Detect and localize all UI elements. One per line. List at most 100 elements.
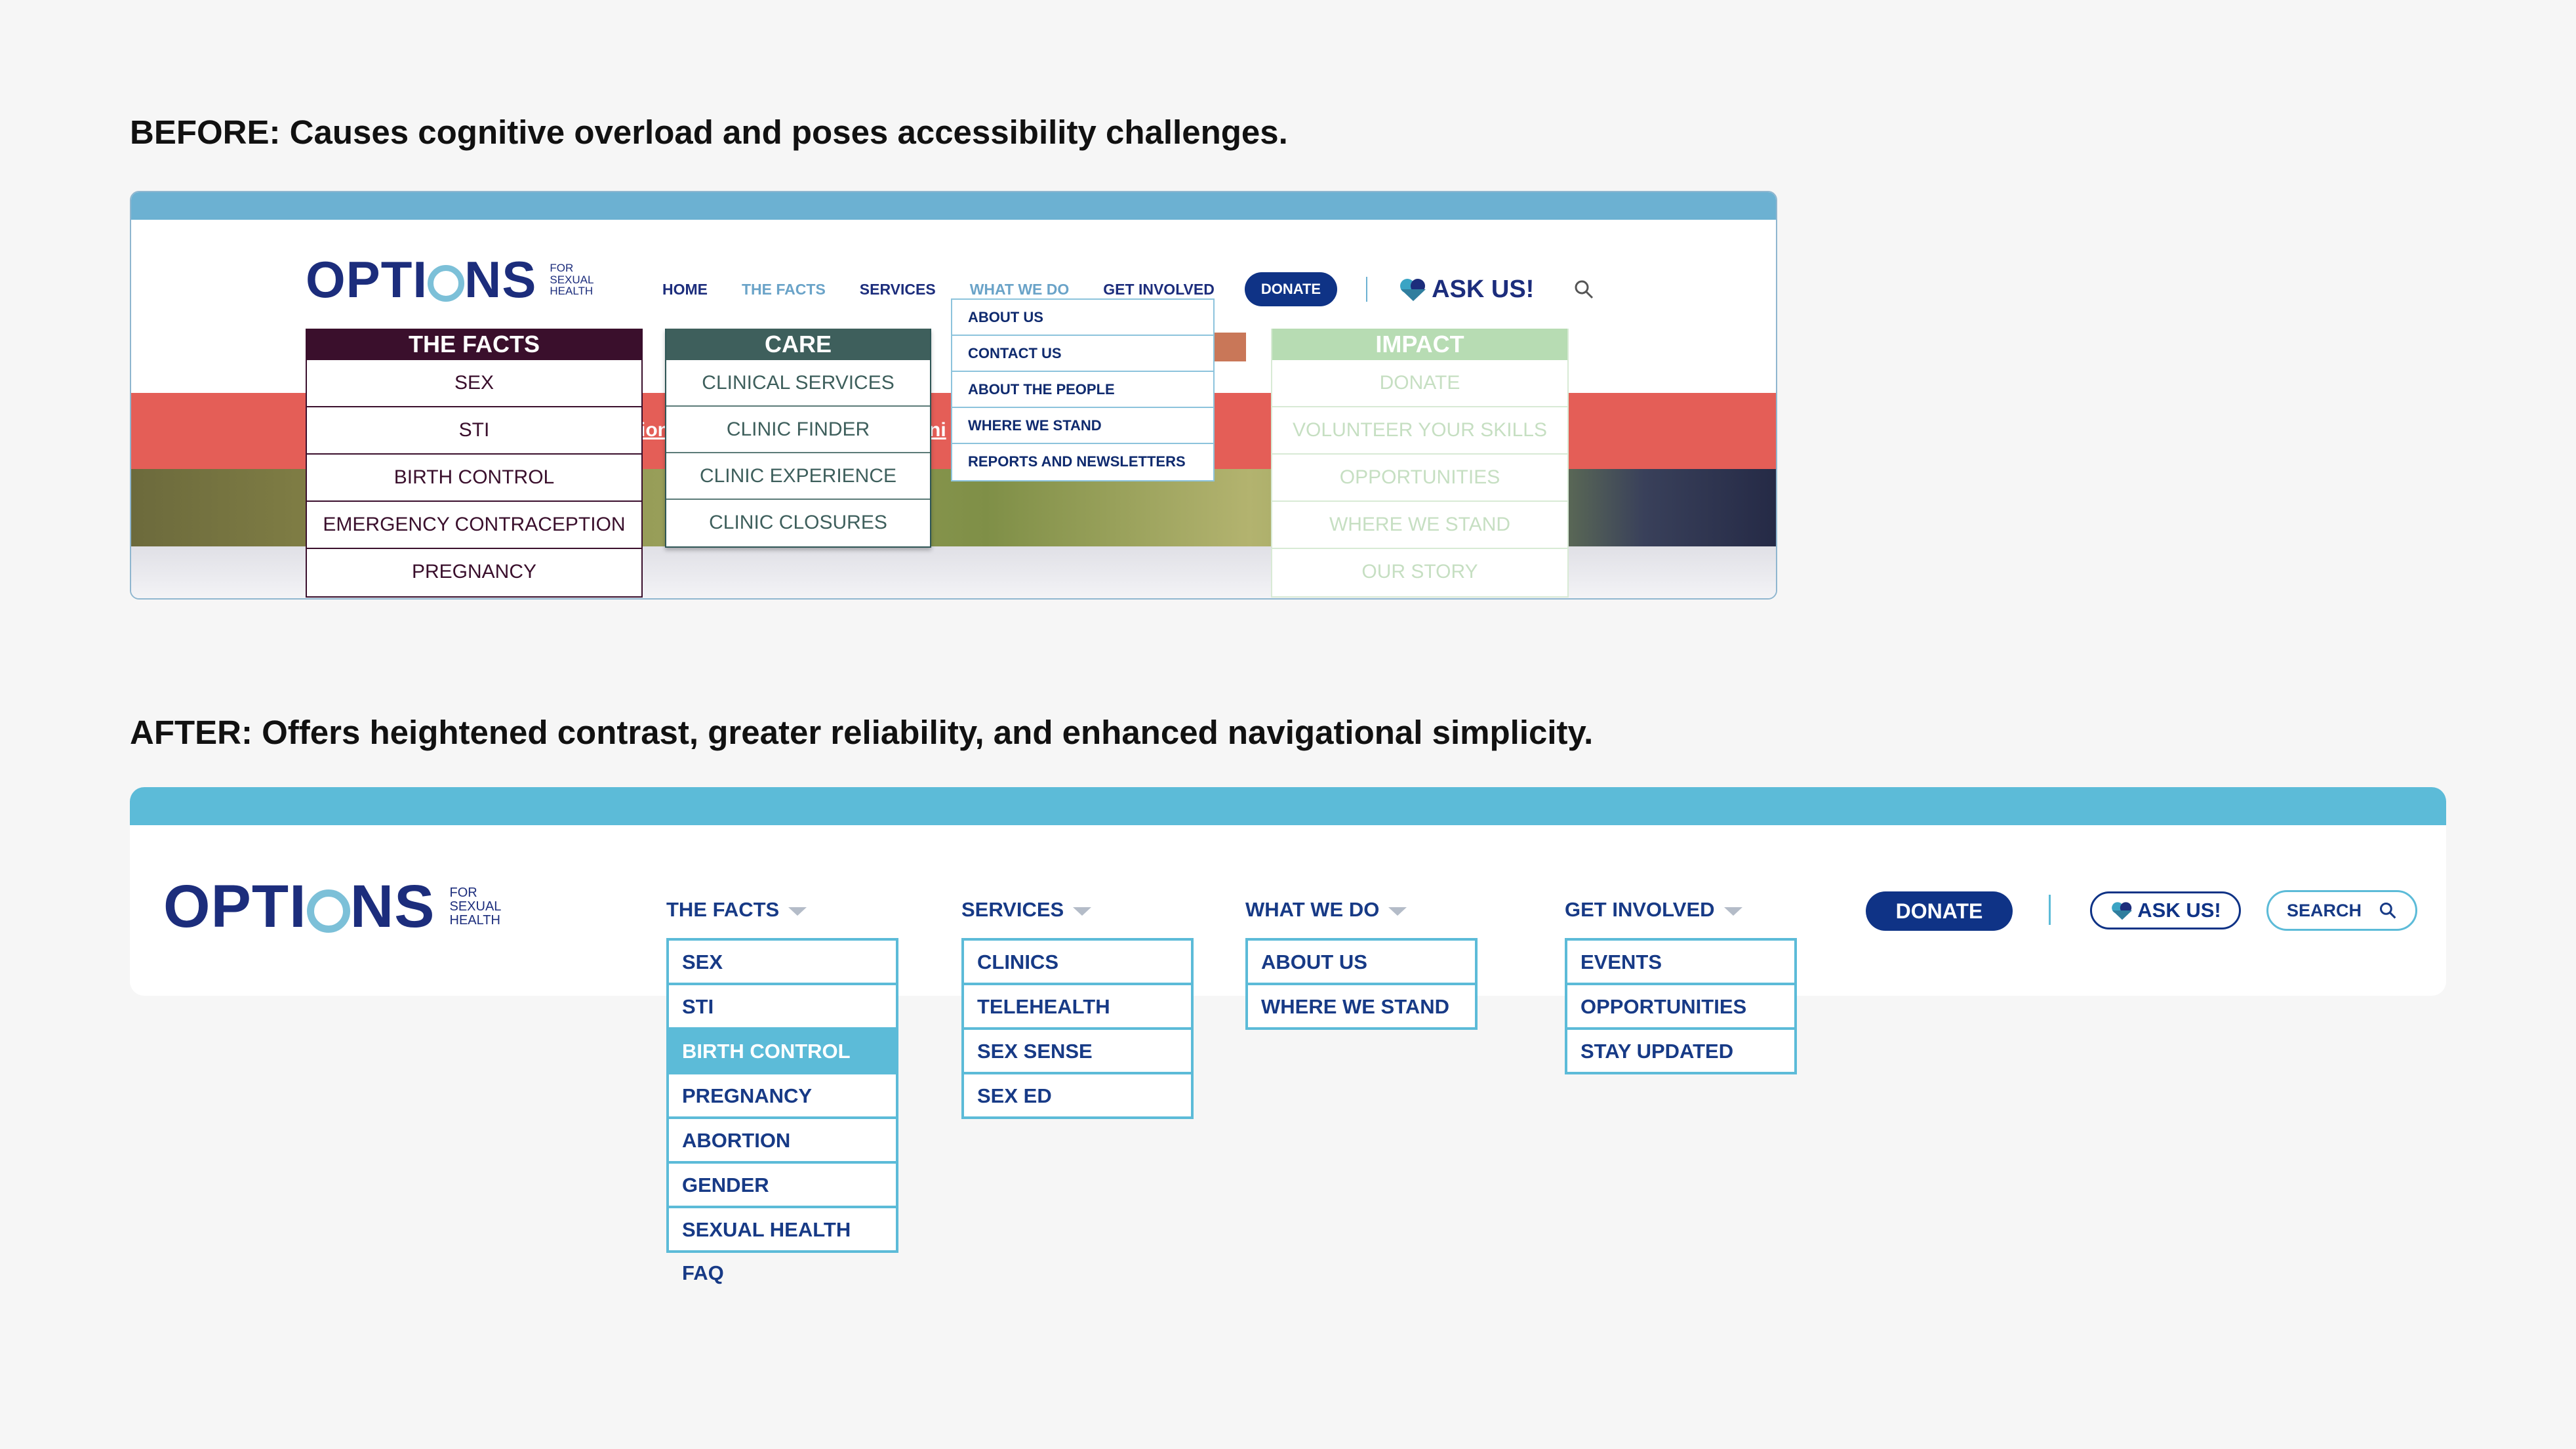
menu-item[interactable]: OUR STORY [1272,549,1567,596]
menu-item[interactable]: EVENTS [1567,941,1794,985]
nav-get-involved[interactable]: GET INVOLVED [1103,281,1215,298]
menu-item[interactable]: SEX [307,360,641,407]
chevron-down-icon [1073,907,1092,916]
nav-services-label: SERVICES [961,898,1064,921]
ask-us-button[interactable]: ASK US! [2090,891,2241,929]
menu-item[interactable]: TELEHEALTH [964,985,1191,1030]
menu-item[interactable]: CLINIC FINDER [666,407,930,453]
chevron-down-icon [788,907,807,916]
menu-item[interactable]: BIRTH CONTROL [307,455,641,502]
nav-get-involved-label: GET INVOLVED [1565,898,1715,921]
logo-text-right: NS [464,251,537,308]
the-facts-menu: SEX STI BIRTH CONTROL PREGNANCY ABORTION… [666,938,898,1284]
logo-tagline-line: HEALTH [550,285,594,298]
menu-item[interactable]: VOLUNTEER YOUR SKILLS [1272,407,1567,455]
donate-button[interactable]: DONATE [1244,272,1338,306]
nav-services[interactable]: SERVICES [961,898,1092,922]
menu-item[interactable]: CLINICS [964,941,1191,985]
menu-item[interactable]: OPPORTUNITIES [1272,455,1567,502]
nav-divider [2049,895,2051,925]
logo-o-icon [428,265,465,302]
menu-title: IMPACT [1272,329,1567,360]
menu-item[interactable]: STI [669,985,896,1030]
menu-item[interactable]: OPPORTUNITIES [1567,985,1794,1030]
menu-item[interactable]: GENDER [669,1164,896,1208]
ask-us-button[interactable]: ASK US! [1398,276,1534,304]
before-hero-block [1213,333,1246,361]
ask-us-label: ASK US! [2137,899,2221,922]
logo-tagline-line: HEALTH [449,913,500,928]
nav-what-we-do[interactable]: WHAT WE DO [1245,898,1407,922]
what-we-do-menu: ABOUT US WHERE WE STAND [1245,938,1478,1030]
heart-icon [1400,279,1426,301]
nav-what-we-do-label: WHAT WE DO [1245,898,1380,921]
logo-tagline-line: SEXUAL [550,273,594,286]
logo-tagline-line: SEXUAL [449,899,502,914]
nav-what-we-do[interactable]: WHAT WE DO [970,281,1070,298]
get-involved-menu: EVENTS OPPORTUNITIES STAY UPDATED [1565,938,1797,1074]
logo-text-left: OPTI [163,873,307,940]
nav-divider [1366,277,1368,302]
menu-item[interactable]: ABOUT US [1248,941,1475,985]
before-hero-link-2[interactable]: ni [929,419,946,441]
chevron-down-icon [1388,907,1407,916]
before-logo[interactable]: OPTI NS FOR SEXUAL HEALTH [306,250,594,310]
search-icon[interactable] [1573,279,1594,300]
nav-services[interactable]: SERVICES [860,281,936,298]
menu-item[interactable]: CLINICAL SERVICES [666,360,930,407]
menu-item[interactable]: CLINIC CLOSURES [666,500,930,546]
heart-icon [2112,902,2133,920]
menu-item[interactable]: DONATE [1272,360,1567,407]
menu-item[interactable]: ABOUT THE PEOPLE [952,372,1213,408]
menu-item[interactable]: ABORTION [669,1119,896,1164]
logo-tagline: FOR SEXUAL HEALTH [550,262,594,298]
menu-item[interactable]: PREGNANCY [669,1074,896,1119]
logo-text-right: NS [350,873,435,940]
menu-item[interactable]: SEX ED [964,1074,1191,1116]
ask-us-label: ASK US! [1432,275,1535,303]
before-heading: BEFORE: Causes cognitive overload and po… [130,113,1288,151]
menu-item[interactable]: STAY UPDATED [1567,1030,1794,1072]
before-screenshot: ion ni OPTI NS FOR SEXUAL HEALTH HOME THE… [130,191,1777,600]
menu-item[interactable]: ABOUT US [952,300,1213,336]
menu-item[interactable]: WHERE WE STAND [1248,985,1475,1027]
before-impact-menu: IMPACT DONATE VOLUNTEER YOUR SKILLS OPPO… [1271,329,1569,598]
menu-item[interactable]: STI [307,407,641,455]
after-top-bar [130,787,2446,825]
menu-item[interactable]: SEXUAL HEALTH FAQ [669,1208,896,1284]
before-top-bar [131,192,1776,220]
menu-title: CARE [666,329,930,360]
search-button[interactable]: SEARCH [2266,890,2417,931]
logo-tagline: FOR SEXUAL HEALTH [450,886,502,928]
nav-the-facts-label: THE FACTS [666,898,780,921]
chevron-down-icon [1723,907,1742,916]
menu-item[interactable]: EMERGENCY CONTRACEPTION [307,502,641,549]
nav-home[interactable]: HOME [662,281,708,298]
search-label: SEARCH [2286,900,2362,920]
menu-item[interactable]: WHERE WE STAND [1272,502,1567,549]
menu-item[interactable]: CLINIC EXPERIENCE [666,453,930,500]
menu-item[interactable]: WHERE WE STAND [952,408,1213,444]
nav-get-involved[interactable]: GET INVOLVED [1565,898,1742,922]
before-what-we-do-menu: ABOUT US CONTACT US ABOUT THE PEOPLE WHE… [951,298,1215,481]
before-care-menu: CARE CLINICAL SERVICES CLINIC FINDER CLI… [665,329,931,548]
nav-the-facts[interactable]: THE FACTS [666,898,807,922]
after-logo[interactable]: OPTI NS FOR SEXUAL HEALTH [163,872,501,941]
donate-button[interactable]: DONATE [1866,891,2013,931]
logo-o-icon [306,889,350,933]
menu-item[interactable]: CONTACT US [952,336,1213,372]
logo-text-left: OPTI [306,251,428,308]
menu-title: THE FACTS [307,329,641,360]
menu-item[interactable]: SEX [669,941,896,985]
logo-tagline-line: FOR [550,261,574,274]
after-heading: AFTER: Offers heightened contrast, great… [130,714,1594,751]
menu-item[interactable]: REPORTS AND NEWSLETTERS [952,444,1213,480]
search-icon [2379,902,2396,919]
services-menu: CLINICS TELEHEALTH SEX SENSE SEX ED [961,938,1194,1119]
logo-tagline-line: FOR [449,886,477,900]
before-facts-menu: THE FACTS SEX STI BIRTH CONTROL EMERGENC… [306,329,643,598]
menu-item-active[interactable]: BIRTH CONTROL [669,1030,896,1074]
nav-the-facts[interactable]: THE FACTS [742,281,826,298]
menu-item[interactable]: PREGNANCY [307,549,641,596]
menu-item[interactable]: SEX SENSE [964,1030,1191,1074]
